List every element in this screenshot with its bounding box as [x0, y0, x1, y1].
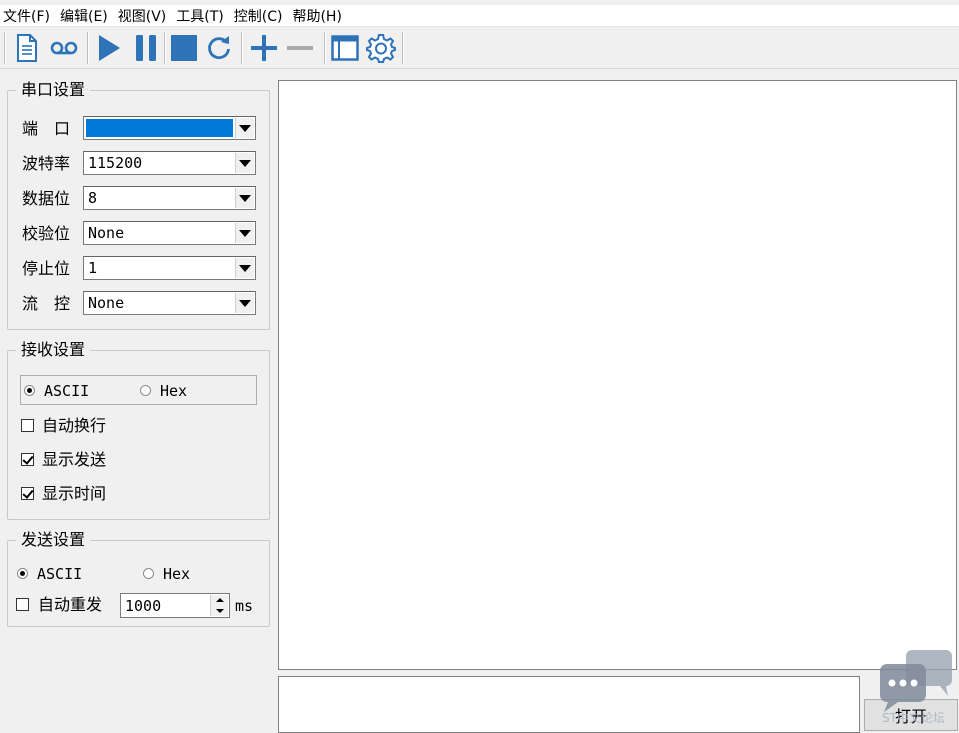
stopbits-value: 1	[88, 259, 98, 277]
menu-file[interactable]: 文件(F)	[1, 6, 52, 26]
remove-icon[interactable]	[283, 31, 317, 65]
show-time-label: 显示时间	[42, 484, 107, 503]
receive-hex-label: Hex	[160, 382, 188, 400]
databits-label: 数据位	[22, 189, 71, 208]
menu-edit[interactable]: 编辑(E)	[58, 6, 110, 26]
port-select[interactable]	[83, 116, 256, 140]
parity-select[interactable]: None	[83, 221, 256, 245]
flow-select[interactable]: None	[83, 291, 256, 315]
flow-value: None	[88, 294, 125, 312]
chevron-down-icon[interactable]	[235, 223, 254, 243]
port-selection	[86, 119, 233, 137]
chevron-down-icon[interactable]	[235, 118, 254, 138]
auto-resend-checkbox[interactable]	[16, 598, 29, 611]
record-icon[interactable]	[47, 31, 81, 65]
stepper-buttons[interactable]	[210, 595, 228, 616]
databits-value: 8	[88, 189, 98, 207]
toolbar-separator	[164, 32, 166, 64]
send-settings-title: 发送设置	[16, 530, 91, 550]
send-ascii-label: ASCII	[37, 565, 83, 583]
receive-ascii-label: ASCII	[44, 382, 90, 400]
chevron-up-icon[interactable]	[216, 598, 224, 602]
interval-stepper[interactable]: 1000	[120, 593, 230, 618]
parity-label: 校验位	[22, 224, 71, 243]
chevron-down-icon[interactable]	[216, 609, 224, 613]
stopbits-select[interactable]: 1	[83, 256, 256, 280]
send-hex-label: Hex	[163, 565, 191, 583]
chevron-down-icon[interactable]	[235, 293, 254, 313]
auto-resend-label: 自动重发	[38, 595, 103, 614]
receive-ascii-radio[interactable]	[24, 385, 35, 396]
receive-hex-radio[interactable]	[140, 385, 151, 396]
toolbar-separator	[324, 32, 326, 64]
refresh-icon[interactable]	[202, 31, 236, 65]
auto-wrap-label: 自动换行	[42, 416, 107, 435]
interval-value: 1000	[125, 597, 162, 615]
stop-icon[interactable]	[167, 31, 201, 65]
receive-text-area[interactable]	[278, 80, 957, 670]
serial-settings-title: 串口设置	[16, 80, 91, 100]
show-send-checkbox[interactable]	[21, 453, 34, 466]
watermark-text: ST中文论坛	[882, 711, 945, 725]
pause-icon[interactable]	[129, 31, 163, 65]
send-hex-radio[interactable]	[143, 568, 154, 579]
play-icon[interactable]	[92, 31, 126, 65]
databits-select[interactable]: 8	[83, 186, 256, 210]
show-send-label: 显示发送	[42, 450, 107, 469]
window-icon[interactable]	[328, 31, 362, 65]
send-text-input[interactable]	[278, 676, 860, 733]
menu-control[interactable]: 控制(C)	[232, 6, 285, 26]
chevron-down-icon[interactable]	[235, 188, 254, 208]
new-file-icon[interactable]	[10, 31, 44, 65]
receive-settings-title: 接收设置	[16, 340, 91, 360]
menu-tools[interactable]: 工具(T)	[174, 6, 225, 26]
menu-bar: 文件(F) 编辑(E) 视图(V) 工具(T) 控制(C) 帮助(H)	[0, 5, 959, 27]
toolbar-separator	[241, 32, 243, 64]
stopbits-label: 停止位	[22, 259, 71, 278]
settings-icon[interactable]	[364, 31, 398, 65]
add-icon[interactable]	[247, 31, 281, 65]
toolbar-separator	[4, 32, 6, 64]
flow-label: 流 控	[22, 294, 71, 313]
parity-value: None	[88, 224, 125, 242]
chevron-down-icon[interactable]	[235, 258, 254, 278]
toolbar-separator	[87, 32, 89, 64]
chevron-down-icon[interactable]	[235, 153, 254, 173]
interval-unit: ms	[235, 597, 254, 615]
baud-select[interactable]: 115200	[83, 151, 256, 175]
menu-view[interactable]: 视图(V)	[116, 6, 169, 26]
port-label: 端 口	[22, 119, 71, 138]
baud-label: 波特率	[22, 154, 71, 173]
menu-help[interactable]: 帮助(H)	[290, 6, 343, 26]
toolbar	[0, 28, 959, 69]
toolbar-separator	[402, 32, 404, 64]
show-time-checkbox[interactable]	[21, 487, 34, 500]
baud-value: 115200	[88, 154, 143, 172]
auto-wrap-checkbox[interactable]	[21, 419, 34, 432]
send-ascii-radio[interactable]	[17, 568, 28, 579]
